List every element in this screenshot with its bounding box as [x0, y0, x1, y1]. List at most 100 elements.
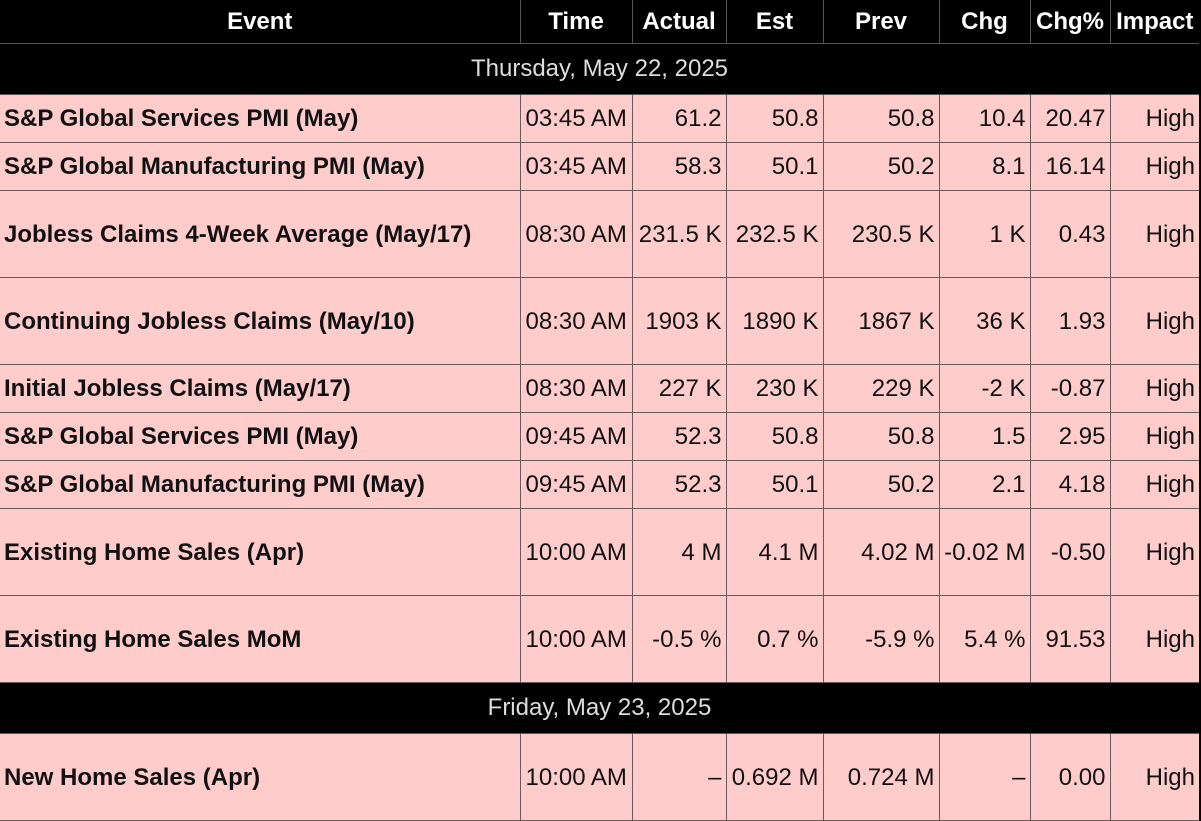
- previous-value: 50.2: [823, 142, 940, 191]
- previous-value: 0.724 M: [823, 733, 940, 821]
- date-group-label: Thursday, May 22, 2025: [0, 43, 1199, 95]
- event-name[interactable]: Continuing Jobless Claims (May/10): [0, 277, 521, 365]
- table-row[interactable]: S&P Global Services PMI (May) 09:45 AM 52.…: [0, 412, 1199, 461]
- event-name[interactable]: S&P Global Manufacturing PMI (May): [0, 460, 521, 509]
- event-name[interactable]: New Home Sales (Apr): [0, 733, 521, 821]
- table-row[interactable]: Existing Home Sales (Apr) 10:00 AM 4 M 4.1 …: [0, 508, 1199, 596]
- event-name[interactable]: S&P Global Services PMI (May): [0, 94, 521, 143]
- change-value: 5.4 %: [939, 595, 1031, 683]
- table-row[interactable]: New Home Sales (Apr) 10:00 AM –0.692 M 0.72…: [0, 733, 1199, 821]
- table-row[interactable]: S&P Global Manufacturing PMI (May) 09:45 …: [0, 460, 1199, 509]
- previous-value: -5.9 %: [823, 595, 940, 683]
- change-percent: 0.43: [1030, 190, 1111, 278]
- impact-level: High: [1110, 733, 1199, 821]
- column-header-event[interactable]: Event: [0, 0, 521, 44]
- estimate-value: 50.1: [726, 460, 824, 509]
- economic-calendar-table: Event Time Actual Est Prev Chg Chg% Impa…: [0, 0, 1199, 821]
- actual-value: 52.3: [632, 460, 727, 509]
- actual-value: -0.5 %: [632, 595, 727, 683]
- event-time: 08:30 AM: [520, 190, 633, 278]
- impact-level: High: [1110, 142, 1199, 191]
- change-percent: -0.50: [1030, 508, 1111, 596]
- change-percent: 4.18: [1030, 460, 1111, 509]
- table-row[interactable]: S&P Global Manufacturing PMI (May) 03:45 …: [0, 142, 1199, 191]
- event-name[interactable]: S&P Global Services PMI (May): [0, 412, 521, 461]
- event-name[interactable]: Existing Home Sales (Apr): [0, 508, 521, 596]
- event-time: 03:45 AM: [520, 142, 633, 191]
- actual-value: 61.2: [632, 94, 727, 143]
- impact-level: High: [1110, 277, 1199, 365]
- event-time: 08:30 AM: [520, 364, 633, 413]
- column-header-actual[interactable]: Actual: [632, 0, 727, 44]
- actual-value: 227 K: [632, 364, 727, 413]
- change-percent: -0.87: [1030, 364, 1111, 413]
- change-percent: 16.14: [1030, 142, 1111, 191]
- table-row[interactable]: Initial Jobless Claims (May/17) 08:30 AM 2…: [0, 364, 1199, 413]
- event-time: 10:00 AM: [520, 733, 633, 821]
- estimate-value: 1890 K: [726, 277, 824, 365]
- event-time: 03:45 AM: [520, 94, 633, 143]
- change-value: 10.4: [939, 94, 1031, 143]
- actual-value: 52.3: [632, 412, 727, 461]
- table-row[interactable]: Jobless Claims 4-Week Average (May/17) 08…: [0, 190, 1199, 278]
- column-header-chg[interactable]: Chg: [939, 0, 1031, 44]
- change-value: 8.1: [939, 142, 1031, 191]
- column-header-prev[interactable]: Prev: [823, 0, 940, 44]
- impact-level: High: [1110, 190, 1199, 278]
- impact-level: High: [1110, 460, 1199, 509]
- event-time: 08:30 AM: [520, 277, 633, 365]
- change-value: -0.02 M: [939, 508, 1031, 596]
- estimate-value: 230 K: [726, 364, 824, 413]
- date-group-label: Friday, May 23, 2025: [0, 682, 1199, 734]
- estimate-value: 232.5 K: [726, 190, 824, 278]
- previous-value: 50.8: [823, 94, 940, 143]
- column-header-chg-pct[interactable]: Chg%: [1030, 0, 1111, 44]
- event-name[interactable]: S&P Global Manufacturing PMI (May): [0, 142, 521, 191]
- event-time: 09:45 AM: [520, 460, 633, 509]
- estimate-value: 50.1: [726, 142, 824, 191]
- change-percent: 1.93: [1030, 277, 1111, 365]
- event-time: 10:00 AM: [520, 508, 633, 596]
- previous-value: 4.02 M: [823, 508, 940, 596]
- previous-value: 230.5 K: [823, 190, 940, 278]
- impact-level: High: [1110, 364, 1199, 413]
- event-name[interactable]: Jobless Claims 4-Week Average (May/17): [0, 190, 521, 278]
- column-header-est[interactable]: Est: [726, 0, 824, 44]
- previous-value: 50.8: [823, 412, 940, 461]
- event-time: 09:45 AM: [520, 412, 633, 461]
- actual-value: 4 M: [632, 508, 727, 596]
- impact-level: High: [1110, 412, 1199, 461]
- actual-value: 58.3: [632, 142, 727, 191]
- change-percent: 0.00: [1030, 733, 1111, 821]
- change-percent: 91.53: [1030, 595, 1111, 683]
- date-group-row: Friday, May 23, 2025: [0, 682, 1199, 734]
- change-value: -2 K: [939, 364, 1031, 413]
- table-row[interactable]: S&P Global Services PMI (May) 03:45 AM 61.…: [0, 94, 1199, 143]
- change-percent: 20.47: [1030, 94, 1111, 143]
- impact-level: High: [1110, 94, 1199, 143]
- estimate-value: 50.8: [726, 412, 824, 461]
- impact-level: High: [1110, 595, 1199, 683]
- column-header-time[interactable]: Time: [520, 0, 633, 44]
- change-value: 2.1: [939, 460, 1031, 509]
- actual-value: –: [632, 733, 727, 821]
- change-value: 36 K: [939, 277, 1031, 365]
- header-row: Event Time Actual Est Prev Chg Chg% Impa…: [0, 0, 1199, 44]
- event-name[interactable]: Initial Jobless Claims (May/17): [0, 364, 521, 413]
- column-header-impact[interactable]: Impact: [1110, 0, 1199, 44]
- estimate-value: 50.8: [726, 94, 824, 143]
- table-row[interactable]: Existing Home Sales MoM 10:00 AM -0.5 % 0.7…: [0, 595, 1199, 683]
- change-value: –: [939, 733, 1031, 821]
- estimate-value: 0.7 %: [726, 595, 824, 683]
- estimate-value: 4.1 M: [726, 508, 824, 596]
- event-name[interactable]: Existing Home Sales MoM: [0, 595, 521, 683]
- table-row[interactable]: Continuing Jobless Claims (May/10) 08:30 …: [0, 277, 1199, 365]
- event-time: 10:00 AM: [520, 595, 633, 683]
- previous-value: 1867 K: [823, 277, 940, 365]
- calendar-body: Thursday, May 22, 2025 S&P Global Service…: [0, 43, 1199, 821]
- change-value: 1.5: [939, 412, 1031, 461]
- change-percent: 2.95: [1030, 412, 1111, 461]
- previous-value: 50.2: [823, 460, 940, 509]
- date-group-row: Thursday, May 22, 2025: [0, 43, 1199, 95]
- change-value: 1 K: [939, 190, 1031, 278]
